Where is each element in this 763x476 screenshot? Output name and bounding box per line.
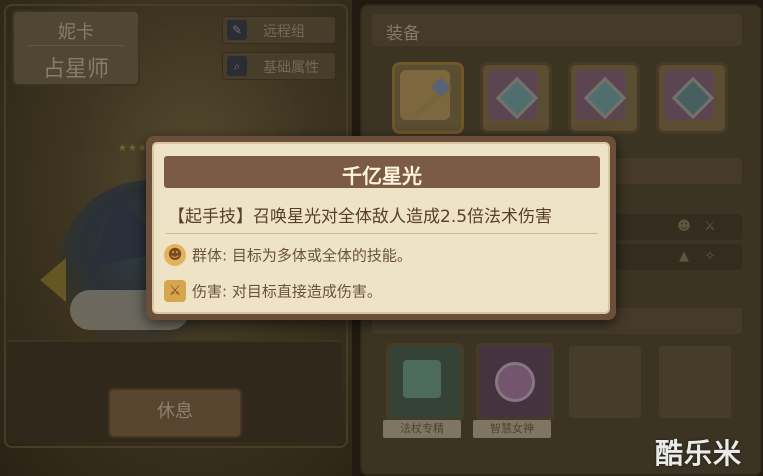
skill-title: 千亿星光 <box>342 164 422 188</box>
skill-tooltip-body: 千亿星光 【起手技】召唤星光对全体敌人造成2.5倍法术伤害 ☻ 群体: 目标为多体… <box>152 142 610 314</box>
trait-row-group: ☻ 群体: 目标为多体或全体的技能。 <box>164 244 412 266</box>
skill-description: 【起手技】召唤星光对全体敌人造成2.5倍法术伤害 <box>168 207 553 227</box>
trait-damage-text: 伤害: 对目标直接造成伤害。 <box>192 282 382 301</box>
skill-tooltip-title-bar: 千亿星光 <box>164 156 600 188</box>
watermark-logo: 酷乐米 <box>655 437 743 470</box>
trait-group-text: 群体: 目标为多体或全体的技能。 <box>192 246 412 265</box>
sword-icon: ⚔ <box>164 280 186 302</box>
trait-row-damage: ⚔ 伤害: 对目标直接造成伤害。 <box>164 280 382 302</box>
skill-tooltip: 千亿星光 【起手技】召唤星光对全体敌人造成2.5倍法术伤害 ☻ 群体: 目标为多体… <box>146 136 616 320</box>
group-face-icon: ☻ <box>164 244 186 266</box>
skill-tooltip-divider <box>166 233 598 234</box>
